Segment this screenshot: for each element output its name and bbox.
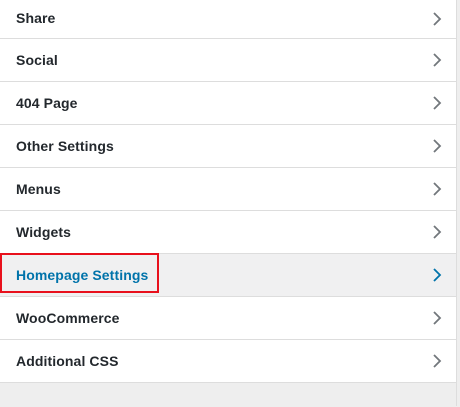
menu-item-label: 404 Page — [16, 95, 78, 111]
menu-item-other-settings[interactable]: Other Settings — [0, 125, 456, 168]
chevron-right-icon — [432, 95, 442, 111]
menu-item-social[interactable]: Social — [0, 39, 456, 82]
menu-item-label: Additional CSS — [16, 353, 119, 369]
menu-item-label: Homepage Settings — [16, 267, 149, 283]
chevron-right-icon — [432, 353, 442, 369]
chevron-right-icon — [432, 11, 442, 27]
panel-footer — [0, 383, 456, 407]
chevron-right-icon — [432, 138, 442, 154]
menu-item-label: Widgets — [16, 224, 72, 240]
chevron-right-icon — [432, 224, 442, 240]
chevron-right-icon — [432, 52, 442, 68]
customizer-panel: Share Social 404 Page Other Settings Men… — [0, 0, 457, 407]
customizer-menu: Share Social 404 Page Other Settings Men… — [0, 0, 456, 383]
menu-item-share[interactable]: Share — [0, 0, 456, 39]
chevron-right-icon — [432, 310, 442, 326]
menu-item-label: WooCommerce — [16, 310, 120, 326]
chevron-right-icon — [432, 181, 442, 197]
menu-item-404-page[interactable]: 404 Page — [0, 82, 456, 125]
menu-item-additional-css[interactable]: Additional CSS — [0, 340, 456, 383]
menu-item-menus[interactable]: Menus — [0, 168, 456, 211]
menu-item-woocommerce[interactable]: WooCommerce — [0, 297, 456, 340]
menu-item-widgets[interactable]: Widgets — [0, 211, 456, 254]
menu-item-label: Social — [16, 52, 58, 68]
menu-item-label: Menus — [16, 181, 61, 197]
chevron-right-icon — [432, 267, 442, 283]
menu-item-homepage-settings[interactable]: Homepage Settings — [0, 254, 456, 297]
menu-item-label: Other Settings — [16, 138, 114, 154]
menu-item-label: Share — [16, 10, 56, 26]
